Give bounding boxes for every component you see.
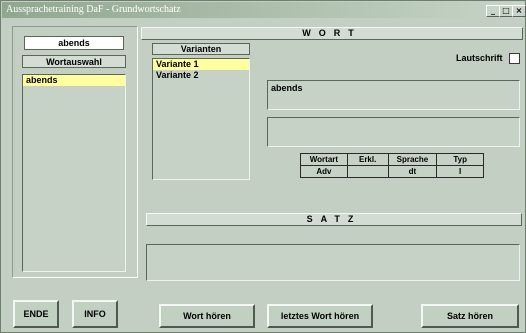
- close-button[interactable]: ×: [512, 5, 526, 17]
- grammar-value-row: Adv dt I: [300, 165, 484, 178]
- ende-button[interactable]: ENDE: [13, 300, 59, 328]
- wort-hoeren-button[interactable]: Wort hören: [159, 304, 255, 328]
- grammar-table: Wortart Erkl. Sprache Typ Adv dt I: [300, 153, 484, 178]
- grammar-value-cell: [346, 165, 389, 178]
- variants-list[interactable]: Variante 1 Variante 2: [152, 58, 250, 180]
- grammar-value-cell: dt: [387, 165, 438, 178]
- minimize-button[interactable]: _: [486, 5, 500, 17]
- word-select-label: Wortauswahl: [22, 55, 126, 68]
- info-button[interactable]: INFO: [72, 300, 118, 328]
- title-bar[interactable]: Aussprachetraining DaF - Grundwortschatz…: [2, 2, 526, 18]
- word-list[interactable]: abends: [22, 74, 126, 272]
- word-list-item-selected[interactable]: abends: [23, 75, 125, 86]
- app-window: Aussprachetraining DaF - Grundwortschatz…: [0, 0, 526, 333]
- window-title: Aussprachetraining DaF - Grundwortschatz: [6, 4, 181, 15]
- grammar-header-cell: Wortart: [300, 153, 348, 166]
- variant-item-2[interactable]: Variante 2: [153, 70, 249, 81]
- variants-header: Varianten: [152, 43, 250, 55]
- grammar-value-cell: Adv: [300, 165, 348, 178]
- lautschrift-checkbox[interactable]: [509, 53, 520, 64]
- grammar-value-cell: I: [436, 165, 484, 178]
- grammar-header-cell: Sprache: [387, 153, 438, 166]
- grammar-header-cell: Typ: [436, 153, 484, 166]
- satz-hoeren-button[interactable]: Satz hören: [421, 304, 519, 328]
- word-display-text: abends: [271, 83, 303, 93]
- word-selection-panel: abends Wortauswahl abends: [12, 26, 138, 278]
- secondary-display: [267, 117, 520, 147]
- variant-item-1[interactable]: Variante 1: [153, 59, 249, 70]
- maximize-button[interactable]: □: [499, 5, 513, 17]
- current-word-field[interactable]: abends: [24, 36, 124, 50]
- sentence-display: [146, 244, 520, 281]
- wort-header: WORT: [141, 27, 523, 40]
- letztes-wort-hoeren-button[interactable]: letztes Wort hören: [267, 304, 373, 328]
- lautschrift-label: Lautschrift: [456, 53, 503, 63]
- word-display: abends: [267, 80, 520, 110]
- grammar-header-cell: Erkl.: [346, 153, 389, 166]
- grammar-header-row: Wortart Erkl. Sprache Typ: [300, 153, 484, 166]
- satz-header: SATZ: [146, 213, 522, 226]
